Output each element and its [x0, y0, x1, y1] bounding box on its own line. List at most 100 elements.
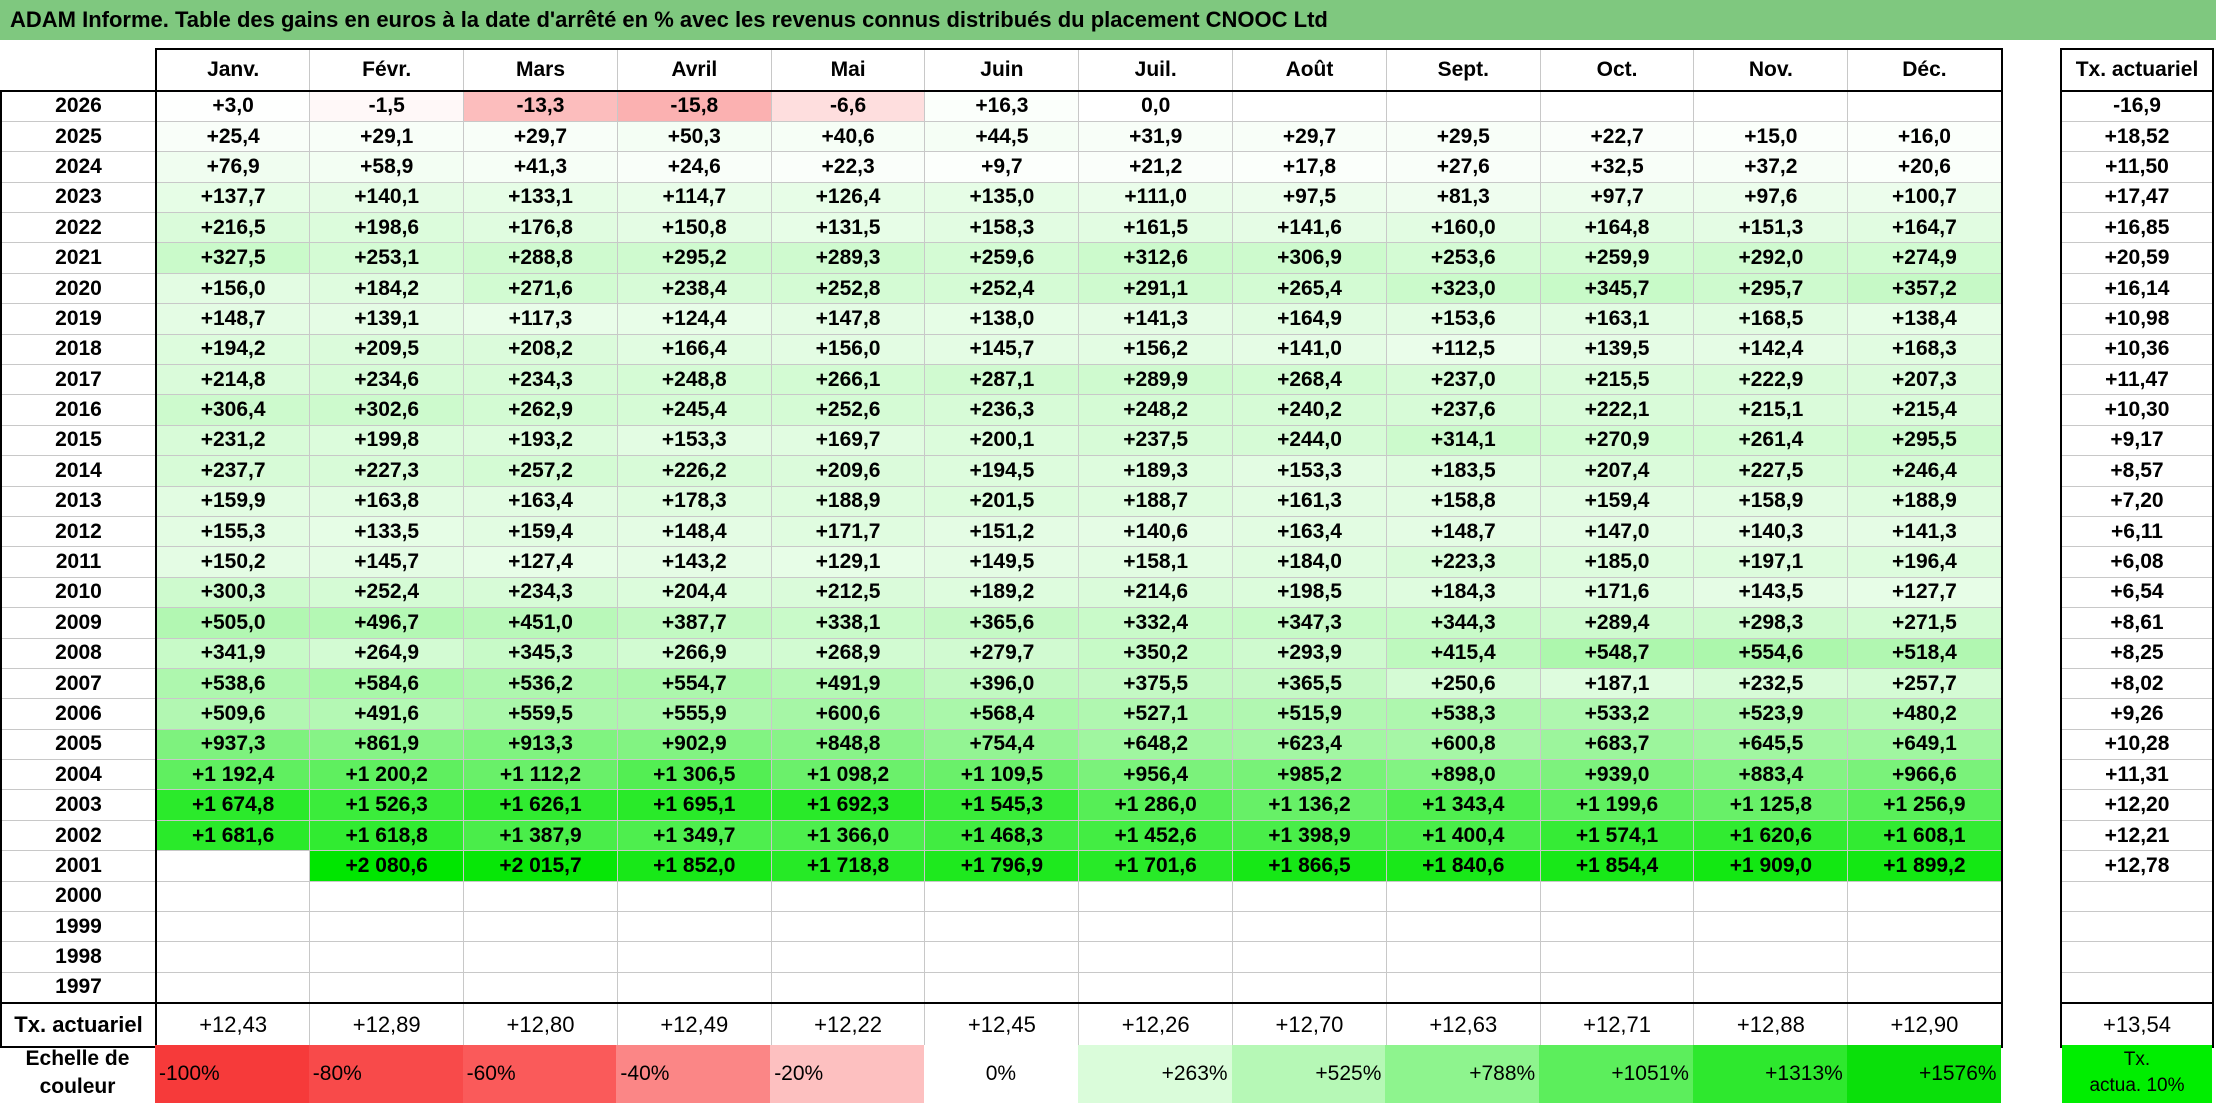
gain-cell: +188,7 — [1078, 485, 1234, 517]
gain-cell: +234,6 — [309, 364, 465, 396]
year-label: 2004 — [0, 759, 157, 791]
gain-cell — [463, 911, 618, 943]
gain-cell: +1 701,6 — [1078, 850, 1234, 882]
gain-cell: +1 387,9 — [463, 819, 618, 852]
gain-cell: +266,9 — [616, 637, 772, 669]
rate-cell: +10,36 — [2060, 333, 2214, 366]
gain-cell: +1 852,0 — [616, 850, 772, 882]
gain-cell: +141,3 — [1847, 515, 2003, 548]
footer-rate-cell: +12,49 — [616, 1001, 772, 1048]
rate-cell: +10,98 — [2060, 303, 2214, 335]
gain-cell: +208,2 — [463, 333, 618, 366]
gain-cell: +151,3 — [1693, 212, 1849, 244]
footer-row: Tx. actuariel +12,43 +12,89 +12,80 +12,49 +12… — [0, 1001, 2003, 1048]
corner-cell — [1, 49, 157, 92]
gain-cell: +200,1 — [924, 424, 1080, 457]
gain-cell — [155, 880, 311, 913]
gain-cell: +129,1 — [770, 546, 926, 578]
gain-cell: -6,6 — [770, 90, 926, 122]
gain-cell: +138,0 — [924, 303, 1080, 335]
year-label: 2019 — [0, 303, 157, 335]
gain-cell: +1 608,1 — [1847, 819, 2003, 852]
gain-cell: +341,9 — [155, 637, 311, 669]
gain-cell: +264,9 — [309, 637, 465, 669]
rate-cell — [2060, 941, 2214, 973]
gain-cell: +848,8 — [770, 728, 926, 761]
table-row: 1999 — [0, 911, 2003, 943]
gain-cell: +29,5 — [1385, 120, 1541, 153]
year-label: 2014 — [0, 455, 157, 487]
gain-cell: +141,6 — [1232, 212, 1387, 244]
gain-cell: +155,3 — [155, 515, 311, 548]
gain-cell: +1 199,6 — [1539, 789, 1695, 821]
rate-cell: +8,57 — [2060, 455, 2214, 487]
gain-cell — [155, 911, 311, 943]
overall-rate-cell: +13,54 — [2060, 1001, 2214, 1048]
gain-cell — [1078, 880, 1234, 913]
gain-cell: +158,3 — [924, 212, 1080, 244]
gain-cell: +1 098,2 — [770, 759, 926, 791]
gain-cell: +16,3 — [924, 90, 1080, 122]
gain-cell: +215,5 — [1539, 364, 1695, 396]
gain-cell — [1693, 90, 1849, 122]
gain-cell: +1 866,5 — [1232, 850, 1387, 882]
footer-rate-cell: +12,71 — [1539, 1001, 1695, 1048]
gain-cell — [616, 941, 772, 973]
gain-cell: +20,6 — [1847, 151, 2003, 183]
gain-cell: +266,1 — [770, 364, 926, 396]
gain-cell: +29,1 — [309, 120, 465, 153]
gain-cell: +22,3 — [770, 151, 926, 183]
gain-cell: +9,7 — [924, 151, 1080, 183]
color-scale-swatch: 0% — [924, 1045, 1078, 1103]
gain-cell: +298,3 — [1693, 607, 1849, 639]
gain-cell: +274,9 — [1847, 242, 2003, 274]
gain-cell: +111,0 — [1078, 181, 1234, 214]
gain-cell: +41,3 — [463, 151, 618, 183]
gain-cell: +345,3 — [463, 637, 618, 669]
gain-cell: +197,1 — [1693, 546, 1849, 578]
gain-cell: +1 545,3 — [924, 789, 1080, 821]
gain-cell: +222,9 — [1693, 364, 1849, 396]
gain-cell: +861,9 — [309, 728, 465, 761]
gain-cell: +112,5 — [1385, 333, 1541, 366]
gain-cell: +754,4 — [924, 728, 1080, 761]
gain-cell: +338,1 — [770, 607, 926, 639]
gain-cell: +262,9 — [463, 394, 618, 426]
color-scale-swatch: +788% — [1385, 1045, 1540, 1103]
gain-cell: +396,0 — [924, 667, 1080, 700]
gain-cell: +158,9 — [1693, 485, 1849, 517]
gain-cell: +244,0 — [1232, 424, 1387, 457]
gain-cell: +223,3 — [1385, 546, 1541, 578]
gain-cell: +883,4 — [1693, 759, 1849, 791]
gain-cell — [1847, 880, 2003, 913]
rate-header: Tx. actuariel — [2060, 48, 2214, 92]
gain-cell: +185,0 — [1539, 546, 1695, 578]
gain-cell: +252,8 — [770, 272, 926, 305]
gain-cell: +1 695,1 — [616, 789, 772, 821]
gain-cell: +166,4 — [616, 333, 772, 366]
gain-cell: +480,2 — [1847, 698, 2003, 730]
gain-cell: +209,5 — [309, 333, 465, 366]
rate-cell — [2060, 911, 2214, 943]
gain-cell — [309, 880, 465, 913]
gain-cell: +554,6 — [1693, 637, 1849, 669]
gain-cell: +188,9 — [770, 485, 926, 517]
table-row: 2014 +237,7 +227,3 +257,2 +226,2 +209,6 +194,5… — [0, 455, 2003, 487]
gain-cell: +127,4 — [463, 546, 618, 578]
year-label: 2009 — [0, 607, 157, 639]
gain-cell: +150,2 — [155, 546, 311, 578]
rate-cell: +8,25 — [2060, 637, 2214, 669]
gain-cell — [1385, 90, 1541, 122]
gain-cell: +169,7 — [770, 424, 926, 457]
gain-cell: +600,8 — [1385, 728, 1541, 761]
gain-cell: +350,2 — [1078, 637, 1234, 669]
gain-cell: +176,8 — [463, 212, 618, 244]
gain-cell: +149,5 — [924, 546, 1080, 578]
gain-cell: +76,9 — [155, 151, 311, 183]
year-label: 2020 — [0, 272, 157, 305]
gain-cell — [1232, 911, 1387, 943]
table-row: 2024 +76,9 +58,9 +41,3 +24,6 +22,3 +9,7 +21,2 +1… — [0, 151, 2003, 183]
gain-cell: +163,8 — [309, 485, 465, 517]
gain-cell: +147,8 — [770, 303, 926, 335]
gain-cell — [1232, 941, 1387, 973]
